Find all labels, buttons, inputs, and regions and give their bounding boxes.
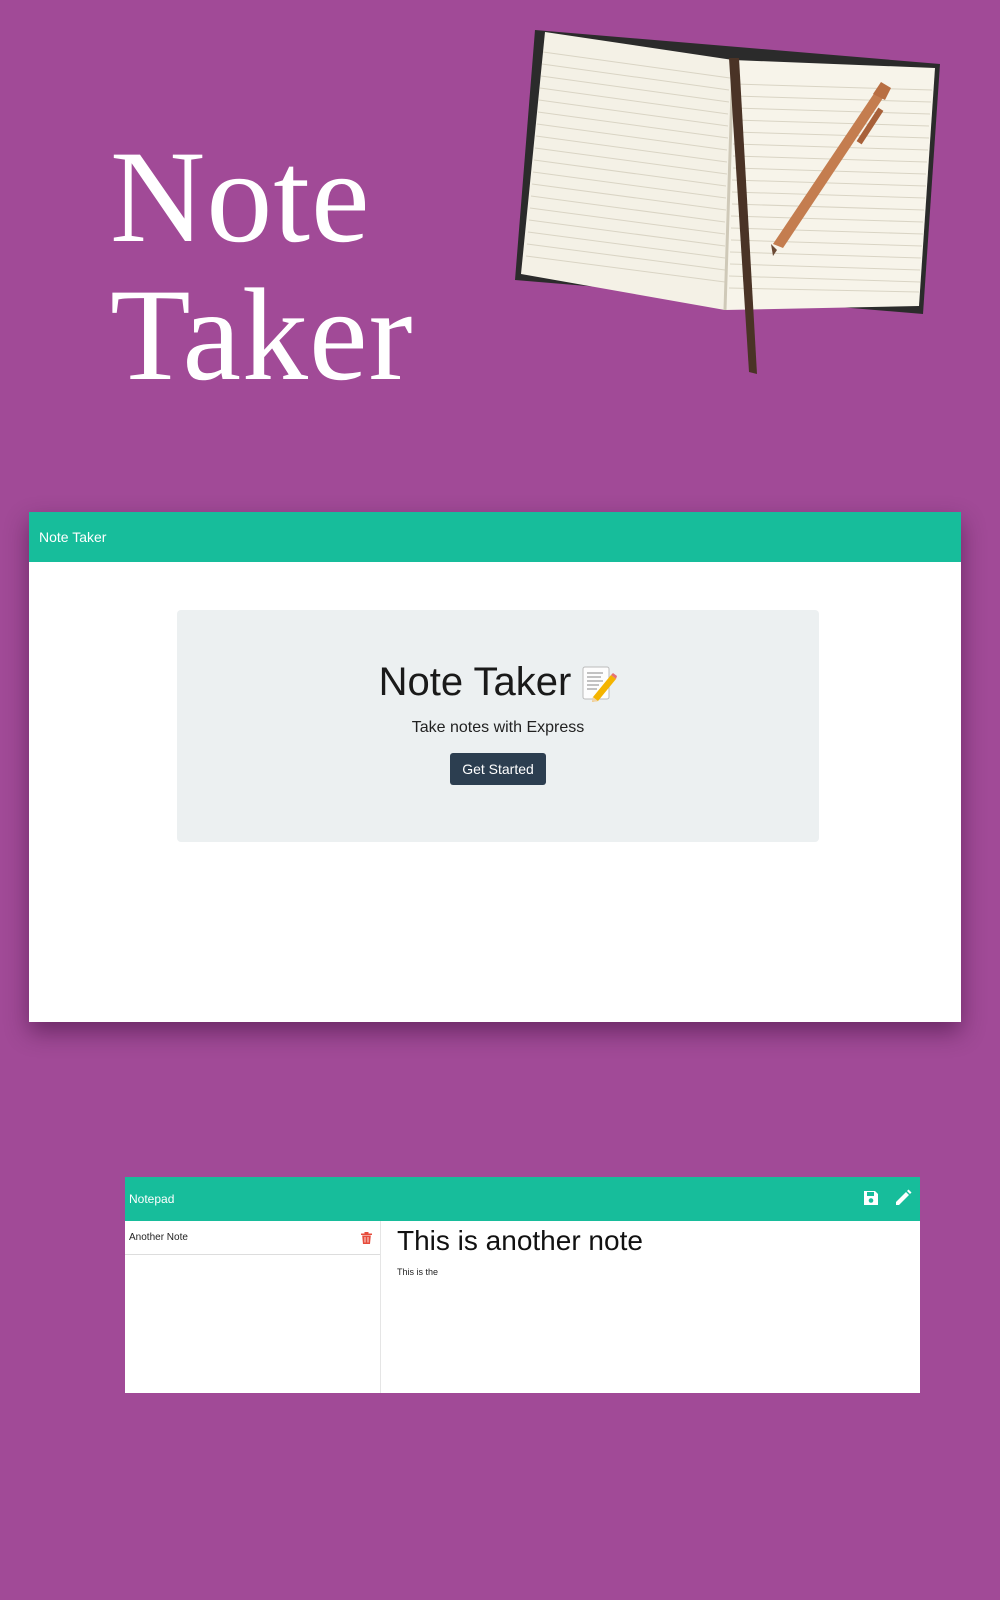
- jumbotron-lead: Take notes with Express: [411, 719, 585, 736]
- note-list: Another Note: [125, 1221, 381, 1393]
- trash-icon[interactable]: [361, 1231, 372, 1244]
- hero-title-line-1: Note: [110, 123, 371, 270]
- jumbotron-heading: Note Taker: [177, 660, 819, 705]
- notepad-screenshot: Notepad Another Note This is another not…: [125, 1177, 920, 1393]
- notebook-illustration: [515, 30, 940, 374]
- navbar-brand[interactable]: Notepad: [129, 1192, 174, 1206]
- get-started-button[interactable]: Get Started: [450, 753, 546, 785]
- note-title-field[interactable]: This is another note: [397, 1225, 907, 1257]
- list-item[interactable]: Another Note: [125, 1221, 380, 1255]
- navbar-icons: [862, 1189, 912, 1207]
- memo-icon: [582, 666, 618, 702]
- note-text-field[interactable]: This is the: [397, 1267, 907, 1277]
- hero-title-line-2: Taker: [110, 261, 414, 408]
- notepad-navbar: Notepad: [125, 1177, 920, 1221]
- pencil-icon[interactable]: [894, 1189, 912, 1207]
- navbar-brand[interactable]: Note Taker: [39, 529, 106, 545]
- hero-title: Note Taker: [110, 128, 414, 404]
- landing-navbar: Note Taker: [29, 512, 961, 562]
- jumbotron: Note Taker Take notes with Express Get S…: [177, 610, 819, 842]
- note-editor: This is another note This is the: [397, 1221, 907, 1277]
- save-icon[interactable]: [862, 1189, 880, 1207]
- note-list-title: Another Note: [129, 1232, 188, 1243]
- landing-page-screenshot: Note Taker Note Taker Take notes with Ex…: [29, 512, 961, 1022]
- page-title: Note Taker: [378, 660, 572, 704]
